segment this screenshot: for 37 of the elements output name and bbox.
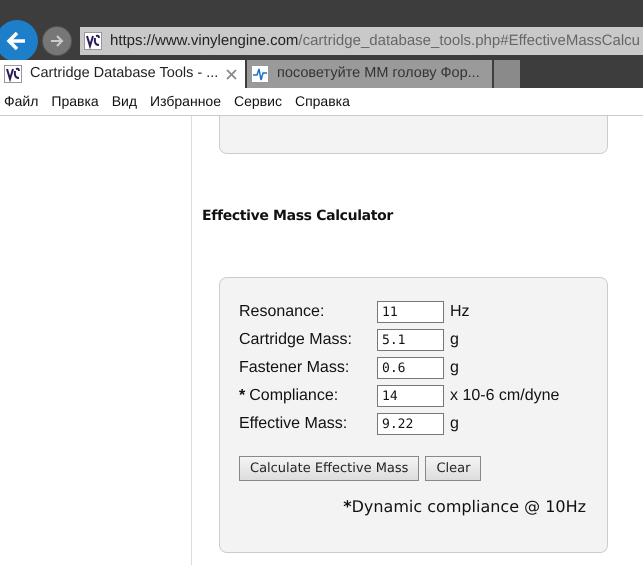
menu-item[interactable]: Файл bbox=[4, 91, 38, 112]
unit-label: x 10-6 cm/dyne bbox=[450, 386, 560, 406]
back-arrow-icon bbox=[6, 30, 28, 52]
unit-label: g bbox=[450, 358, 459, 378]
footnote-text: *Dynamic compliance @ 10Hz bbox=[342, 496, 587, 518]
back-button[interactable] bbox=[0, 20, 38, 62]
input-field[interactable]: 11 bbox=[377, 301, 444, 323]
menu-item[interactable]: Вид bbox=[112, 91, 138, 112]
menu-item[interactable]: Справка bbox=[294, 91, 350, 112]
site-logo-icon bbox=[84, 32, 102, 50]
address-bar[interactable]: https://www.vinylengine.com/cartridge_database_tools.php#EffectiveMassCalcu bbox=[80, 27, 643, 55]
browser-tab[interactable]: Cartridge Database Tools - ... bbox=[0, 60, 245, 88]
unit-label: g bbox=[450, 414, 459, 434]
menu-item[interactable]: Правка bbox=[51, 91, 99, 112]
field-label: Cartridge Mass: bbox=[239, 330, 353, 350]
forward-arrow-icon bbox=[49, 33, 65, 49]
menu-item[interactable]: Избранное bbox=[150, 91, 221, 112]
unit-label: g bbox=[450, 330, 459, 350]
browser-tab[interactable]: посоветуйте ММ голову Фор... bbox=[247, 60, 492, 88]
form-button[interactable]: Clear bbox=[425, 456, 482, 481]
field-label: Effective Mass: bbox=[239, 414, 348, 434]
unit-label: Hz bbox=[450, 302, 470, 322]
section-title: Effective Mass Calculator bbox=[202, 207, 394, 226]
close-tab-icon[interactable] bbox=[226, 68, 237, 80]
field-label: Resonance: bbox=[239, 302, 326, 322]
url-text: https://www.vinylengine.com/cartridge_database_tools.php#EffectiveMassCalcu bbox=[110, 30, 640, 51]
field-label: Fastener Mass: bbox=[239, 358, 350, 378]
input-field[interactable]: 14 bbox=[377, 385, 444, 407]
input-field[interactable]: 0.6 bbox=[377, 357, 444, 379]
menu-item[interactable]: Сервис bbox=[234, 91, 282, 112]
waveform-page-icon bbox=[251, 65, 269, 83]
input-field[interactable]: 9.22 bbox=[377, 413, 444, 435]
field-label: * Compliance: bbox=[239, 386, 340, 406]
input-field[interactable]: 5.1 bbox=[377, 329, 444, 351]
site-logo-icon bbox=[4, 65, 22, 83]
forward-button[interactable] bbox=[42, 26, 72, 56]
form-button[interactable]: Calculate Effective Mass bbox=[239, 456, 420, 481]
